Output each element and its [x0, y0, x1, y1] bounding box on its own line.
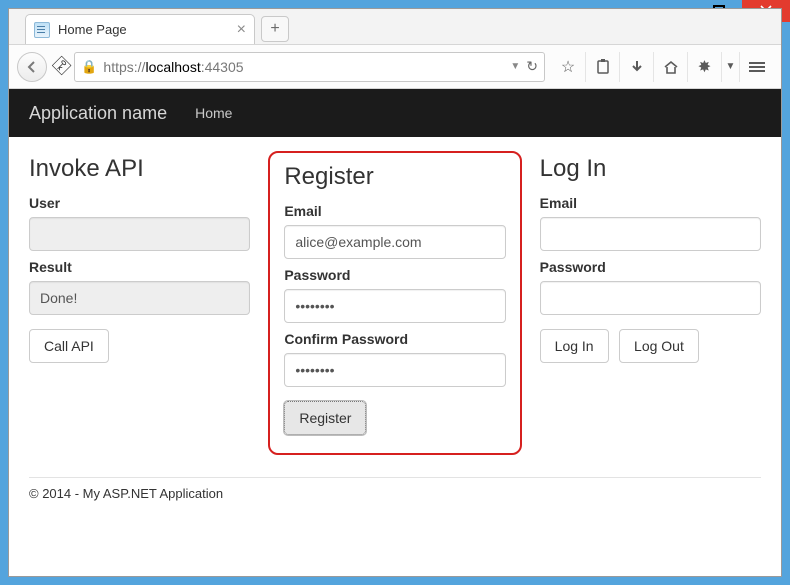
login-password-input[interactable] [540, 281, 761, 315]
toolbar-actions: ☆ ✸ ▼ [551, 52, 773, 82]
invoke-user-input [29, 217, 250, 251]
bookmark-star-icon[interactable]: ☆ [551, 52, 585, 82]
browser-frame: Home Page × + ⚿ 🔒 https://localhost:4430… [8, 8, 782, 577]
browser-toolbar: ⚿ 🔒 https://localhost:44305 ▼ ↻ ☆ [9, 45, 781, 89]
footer-divider [29, 477, 761, 478]
url-port: :44305 [201, 59, 244, 75]
logout-button[interactable]: Log Out [619, 329, 699, 363]
back-button[interactable] [17, 52, 47, 82]
invoke-user-label: User [29, 195, 250, 211]
invoke-panel: Invoke API User Result Call API [29, 151, 250, 455]
os-window: Home Page × + ⚿ 🔒 https://localhost:4430… [0, 0, 790, 585]
login-heading: Log In [540, 155, 761, 183]
page-favicon-icon [34, 22, 50, 38]
register-email-label: Email [284, 203, 505, 219]
page-body: Invoke API User Result Call API Register… [9, 137, 781, 521]
browser-tabstrip: Home Page × + [9, 9, 781, 45]
call-api-button[interactable]: Call API [29, 329, 109, 363]
addon-dropdown-icon[interactable]: ▼ [721, 52, 739, 82]
register-password-label: Password [284, 267, 505, 283]
register-submit-button[interactable]: Register [284, 401, 366, 435]
browser-tab-title: Home Page [58, 22, 127, 37]
invoke-result-input [29, 281, 250, 315]
clipboard-icon[interactable] [585, 52, 619, 82]
nav-home-link[interactable]: Home [195, 105, 232, 121]
page-content: Application name Home Invoke API User Re… [9, 89, 781, 576]
register-email-input[interactable] [284, 225, 505, 259]
register-confirm-label: Confirm Password [284, 331, 505, 347]
hamburger-icon [749, 60, 765, 74]
invoke-heading: Invoke API [29, 155, 250, 183]
lock-icon: 🔒 [81, 59, 97, 75]
reload-icon[interactable]: ↻ [526, 58, 538, 75]
url-bar[interactable]: 🔒 https://localhost:44305 ▼ ↻ [74, 52, 545, 82]
identity-key-icon: ⚿ [47, 53, 74, 80]
home-icon[interactable] [653, 52, 687, 82]
url-dropdown-icon[interactable]: ▼ [510, 61, 520, 72]
new-tab-button[interactable]: + [261, 16, 289, 42]
footer-text: © 2014 - My ASP.NET Application [29, 486, 761, 511]
url-text: https://localhost:44305 [103, 59, 504, 75]
register-panel: Register Email Password Confirm Password… [268, 151, 521, 455]
url-scheme: https:// [103, 59, 145, 75]
register-password-input[interactable] [284, 289, 505, 323]
app-brand[interactable]: Application name [29, 103, 167, 124]
invoke-result-label: Result [29, 259, 250, 275]
tab-close-icon[interactable]: × [237, 22, 246, 38]
downloads-icon[interactable] [619, 52, 653, 82]
login-panel: Log In Email Password Log In Log Out [540, 151, 761, 455]
menu-button[interactable] [739, 52, 773, 82]
register-confirm-input[interactable] [284, 353, 505, 387]
browser-tab[interactable]: Home Page × [25, 14, 255, 44]
login-password-label: Password [540, 259, 761, 275]
url-host: localhost [145, 59, 200, 75]
app-navbar: Application name Home [9, 89, 781, 137]
login-button[interactable]: Log In [540, 329, 609, 363]
register-heading: Register [284, 163, 505, 191]
login-email-label: Email [540, 195, 761, 211]
addon-icon[interactable]: ✸ [687, 52, 721, 82]
login-email-input[interactable] [540, 217, 761, 251]
